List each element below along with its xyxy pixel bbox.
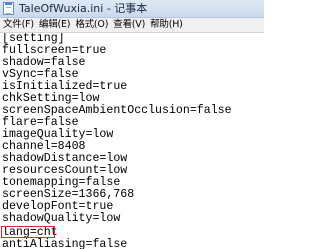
editor-line: imageQuality=low xyxy=(2,128,114,141)
menu-edit[interactable]: 编辑(E) xyxy=(36,18,72,32)
menu-view[interactable]: 查看(V) xyxy=(110,18,147,32)
editor-line: screenSize=1366,768 xyxy=(2,188,135,201)
editor-line: [setting] xyxy=(2,33,65,45)
editor-line: chkSetting=low xyxy=(2,92,100,105)
title-bar[interactable]: TaleOfWuxia.ini - 记事本 xyxy=(0,0,264,18)
editor-line: channel=8408 xyxy=(2,140,86,153)
editor-line: screenSpaceAmbientOcclusion=false xyxy=(2,104,232,117)
menu-help[interactable]: 帮助(H) xyxy=(147,18,185,32)
text-editor[interactable]: [setting] fullscreen=true shadow=false v… xyxy=(0,33,264,249)
editor-line: vSync=false xyxy=(2,68,79,81)
editor-line: resourcesCount=low xyxy=(2,164,128,177)
notepad-icon xyxy=(3,2,14,15)
editor-line: antiAliasing=false xyxy=(2,238,128,249)
editor-line: fullscreen=true xyxy=(2,44,107,57)
menu-format[interactable]: 格式(O) xyxy=(72,18,110,32)
editor-line: shadowQuality=low xyxy=(2,212,121,225)
editor-line: shadowDistance=low xyxy=(2,152,128,165)
editor-line: tonemapping=false xyxy=(2,176,121,189)
editor-line: developFont=true xyxy=(2,200,114,213)
editor-line: shadow=false xyxy=(2,56,86,69)
editor-line: isInitialized=true xyxy=(2,80,128,93)
window-title: TaleOfWuxia.ini - 记事本 xyxy=(19,2,148,15)
menu-file[interactable]: 文件(F) xyxy=(0,18,36,32)
editor-line: flare=false xyxy=(2,116,79,129)
editor-line-highlighted: lang=cht xyxy=(2,226,58,239)
menu-bar: 文件(F) 编辑(E) 格式(O) 查看(V) 帮助(H) xyxy=(0,18,264,33)
